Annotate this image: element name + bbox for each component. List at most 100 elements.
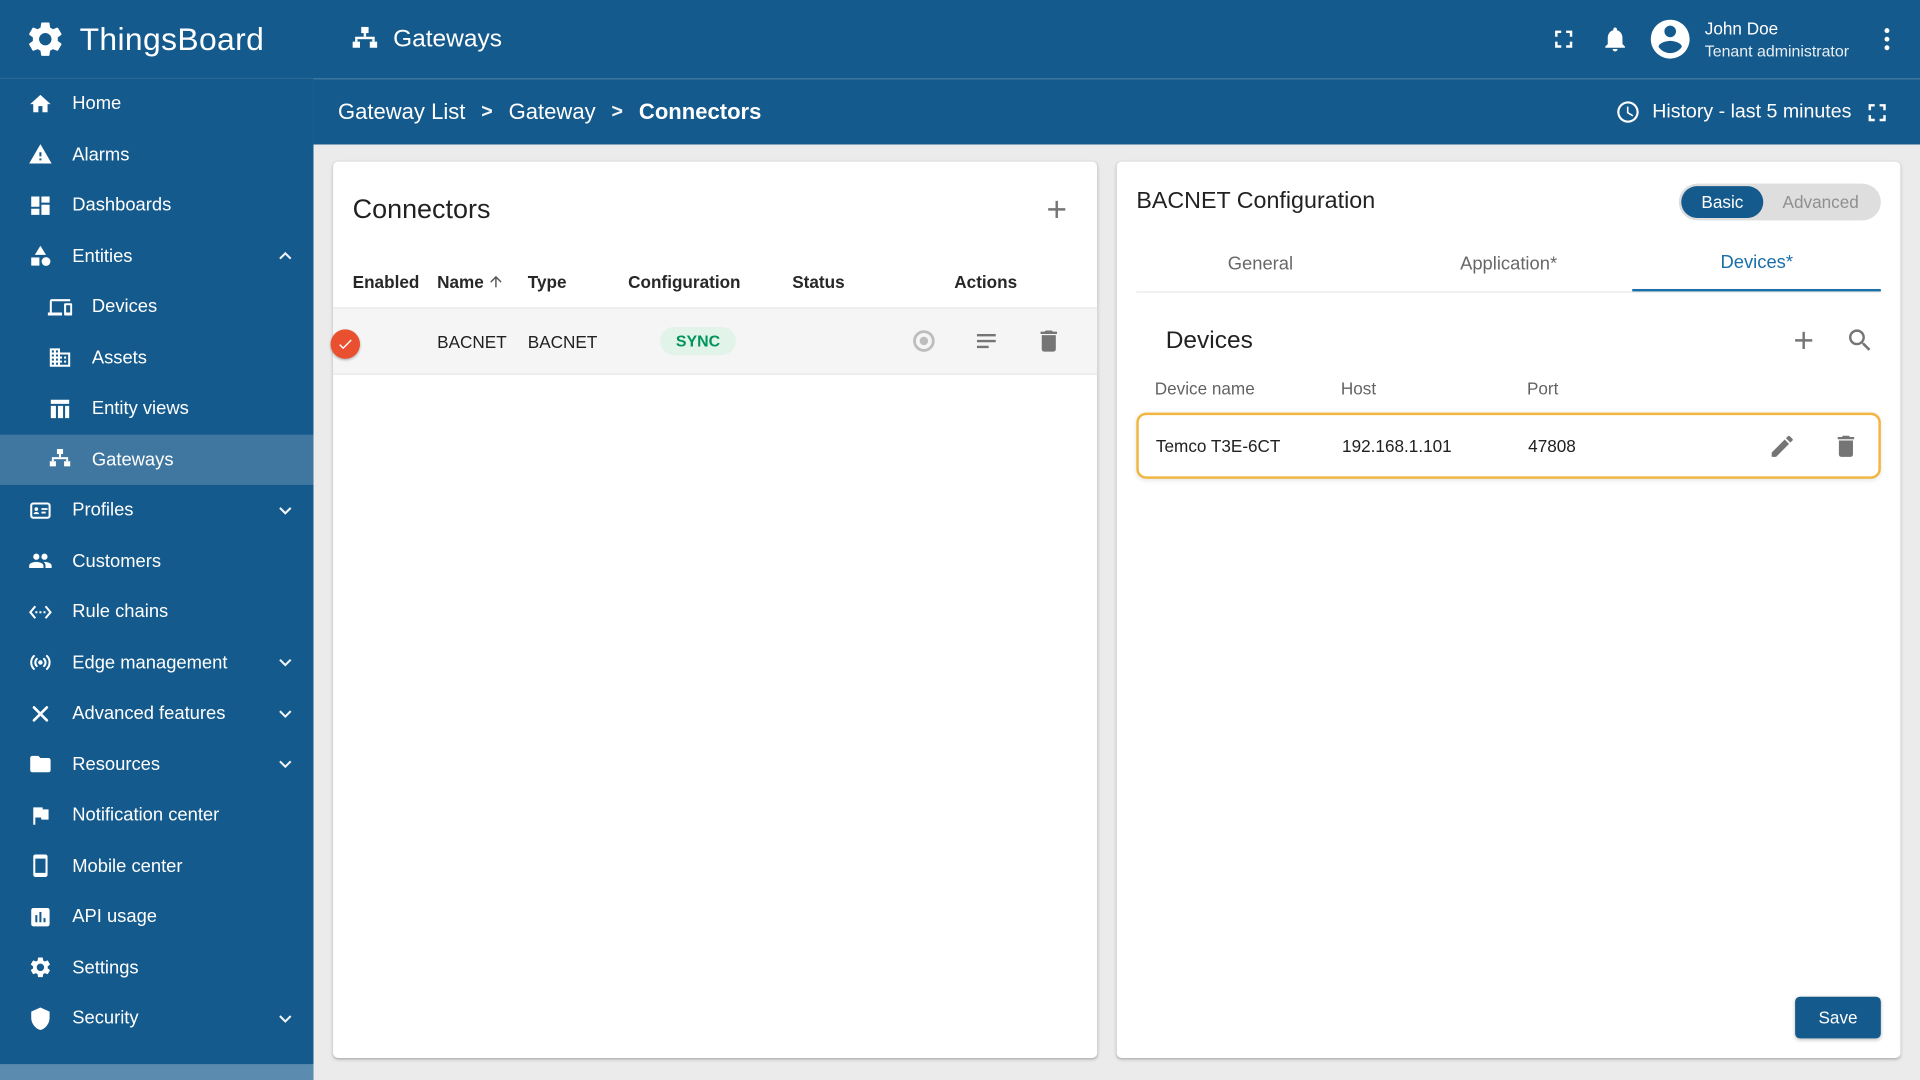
configuration-title: BACNET Configuration: [1136, 188, 1376, 215]
sidebar-item-resources[interactable]: Resources: [0, 739, 313, 790]
sidebar-item-advanced-features[interactable]: Advanced features: [0, 688, 313, 739]
gear-icon: [27, 954, 54, 981]
column-name[interactable]: Name: [437, 271, 528, 291]
user-role: Tenant administrator: [1704, 41, 1849, 60]
entities-icon: [27, 243, 54, 270]
breadcrumb: Gateway List > Gateway > Connectors: [338, 99, 761, 125]
thingsboard-logo-icon: [24, 18, 66, 60]
more-menu-button[interactable]: [1861, 13, 1912, 64]
history-label: History - last 5 minutes: [1652, 101, 1852, 122]
check-icon: [337, 335, 354, 352]
chevron-down-icon: [272, 497, 299, 524]
column-host: Host: [1340, 378, 1377, 398]
avatar[interactable]: [1646, 15, 1695, 64]
device-name: Temco T3E-6CT: [1155, 435, 1281, 456]
device-port: 47808: [1528, 435, 1576, 456]
sidebar-item-alarms[interactable]: Alarms: [0, 129, 313, 180]
sidebar-item-gateways[interactable]: Gateways: [0, 434, 314, 485]
chevron-down-icon: [272, 1005, 299, 1032]
smartphone-icon: [27, 853, 54, 880]
sidebar-item-customers[interactable]: Customers: [0, 536, 313, 587]
sidebar-item-assets[interactable]: Assets: [0, 332, 313, 383]
history-range-button[interactable]: History - last 5 minutes: [1615, 99, 1851, 125]
bell-icon: [1601, 24, 1630, 53]
sidebar-item-settings[interactable]: Settings: [0, 942, 313, 993]
edit-device-button[interactable]: [1766, 430, 1798, 462]
column-status: Status: [792, 271, 845, 291]
plus-icon: [1789, 326, 1818, 355]
column-enabled: Enabled: [352, 271, 420, 291]
main-content: Connectors Enabled Name Type Configurati…: [313, 144, 1920, 1080]
devices-table-header: Device name Host Port: [1117, 378, 1901, 412]
column-type: Type: [527, 271, 567, 291]
add-device-button[interactable]: [1783, 320, 1825, 362]
connector-row[interactable]: BACNET BACNET SYNC: [330, 308, 1098, 375]
connector-type: BACNET: [527, 331, 598, 351]
sidebar-item-dashboards[interactable]: Dashboards: [0, 180, 313, 231]
column-device-name: Device name: [1154, 378, 1255, 398]
sidebar-item-api-usage[interactable]: API usage: [0, 891, 313, 942]
table-icon: [47, 395, 74, 422]
connectors-card: Connectors Enabled Name Type Configurati…: [330, 161, 1098, 1058]
sidebar-item-entity-views[interactable]: Entity views: [0, 383, 313, 434]
sidebar-item-profiles[interactable]: Profiles: [0, 485, 313, 536]
column-actions: Actions: [954, 271, 1018, 291]
chart-icon: [27, 903, 54, 930]
devices-actions: [1783, 320, 1881, 362]
tab-general[interactable]: General: [1136, 235, 1384, 291]
shield-icon: [27, 1005, 54, 1032]
mode-basic-button[interactable]: Basic: [1681, 186, 1763, 218]
breadcrumb-gateway-list[interactable]: Gateway List: [338, 99, 465, 125]
breadcrumb-connectors: Connectors: [638, 99, 762, 124]
search-device-button[interactable]: [1839, 320, 1881, 362]
lan-icon: [47, 446, 74, 473]
sidebar-item-rule-chains[interactable]: Rule chains: [0, 587, 313, 638]
delete-connector-button[interactable]: [1032, 325, 1064, 357]
mode-advanced-button[interactable]: Advanced: [1763, 186, 1878, 218]
delete-device-button[interactable]: [1829, 430, 1861, 462]
mode-toggle: Basic Advanced: [1679, 183, 1881, 221]
sort-asc-icon: [488, 272, 505, 289]
sidebar-item-entities[interactable]: Entities: [0, 231, 313, 282]
folder-icon: [27, 751, 54, 778]
tools-icon: [27, 700, 54, 727]
toggle-thumb: [330, 328, 361, 359]
sidebar-item-devices[interactable]: Devices: [0, 282, 313, 333]
plus-icon: [1042, 195, 1071, 224]
brand[interactable]: ThingsBoard: [0, 18, 313, 60]
add-connector-button[interactable]: [1036, 189, 1078, 231]
ethernet-icon: [27, 598, 54, 625]
sidebar-item-home[interactable]: Home: [0, 78, 313, 129]
tab-application[interactable]: Application*: [1385, 235, 1633, 291]
breadcrumb-gateway[interactable]: Gateway: [509, 99, 596, 125]
fullscreen-button[interactable]: [1538, 13, 1589, 64]
chevron-down-icon: [272, 649, 299, 676]
sidebar-item-security[interactable]: Security: [0, 993, 313, 1044]
expand-button[interactable]: [1851, 86, 1902, 137]
topbar: ThingsBoard Gateways John Doe Tenant adm…: [0, 0, 1920, 79]
rpc-icon: [909, 327, 937, 355]
connectors-table-header: Enabled Name Type Configuration Status A…: [333, 255, 1098, 309]
sidebar-item-mobile-center[interactable]: Mobile center: [0, 841, 313, 892]
device-row-actions: [1766, 430, 1862, 462]
user-block[interactable]: John Doe Tenant administrator: [1705, 17, 1849, 62]
device-row[interactable]: Temco T3E-6CT 192.168.1.101 47808: [1136, 412, 1881, 479]
connectors-title: Connectors: [352, 193, 491, 225]
configuration-card: BACNET Configuration Basic Advanced Gene…: [1116, 161, 1901, 1058]
column-port: Port: [1526, 378, 1559, 398]
badge-icon: [27, 497, 54, 524]
tab-devices[interactable]: Devices*: [1632, 235, 1881, 292]
breadcrumb-separator: >: [481, 101, 493, 122]
notifications-button[interactable]: [1590, 13, 1641, 64]
logs-icon: [972, 327, 1000, 355]
rpc-button: [907, 325, 939, 357]
save-button[interactable]: Save: [1795, 996, 1881, 1039]
logs-button[interactable]: [970, 325, 1002, 357]
search-icon: [1845, 326, 1874, 355]
trash-icon: [1034, 327, 1062, 355]
brand-name: ThingsBoard: [79, 20, 265, 57]
devices-title: Devices: [1165, 326, 1253, 354]
sidebar-item-edge-management[interactable]: Edge management: [0, 637, 313, 688]
sidebar-item-notification-center[interactable]: Notification center: [0, 790, 313, 841]
breadcrumb-bar-right: History - last 5 minutes: [1615, 86, 1902, 137]
